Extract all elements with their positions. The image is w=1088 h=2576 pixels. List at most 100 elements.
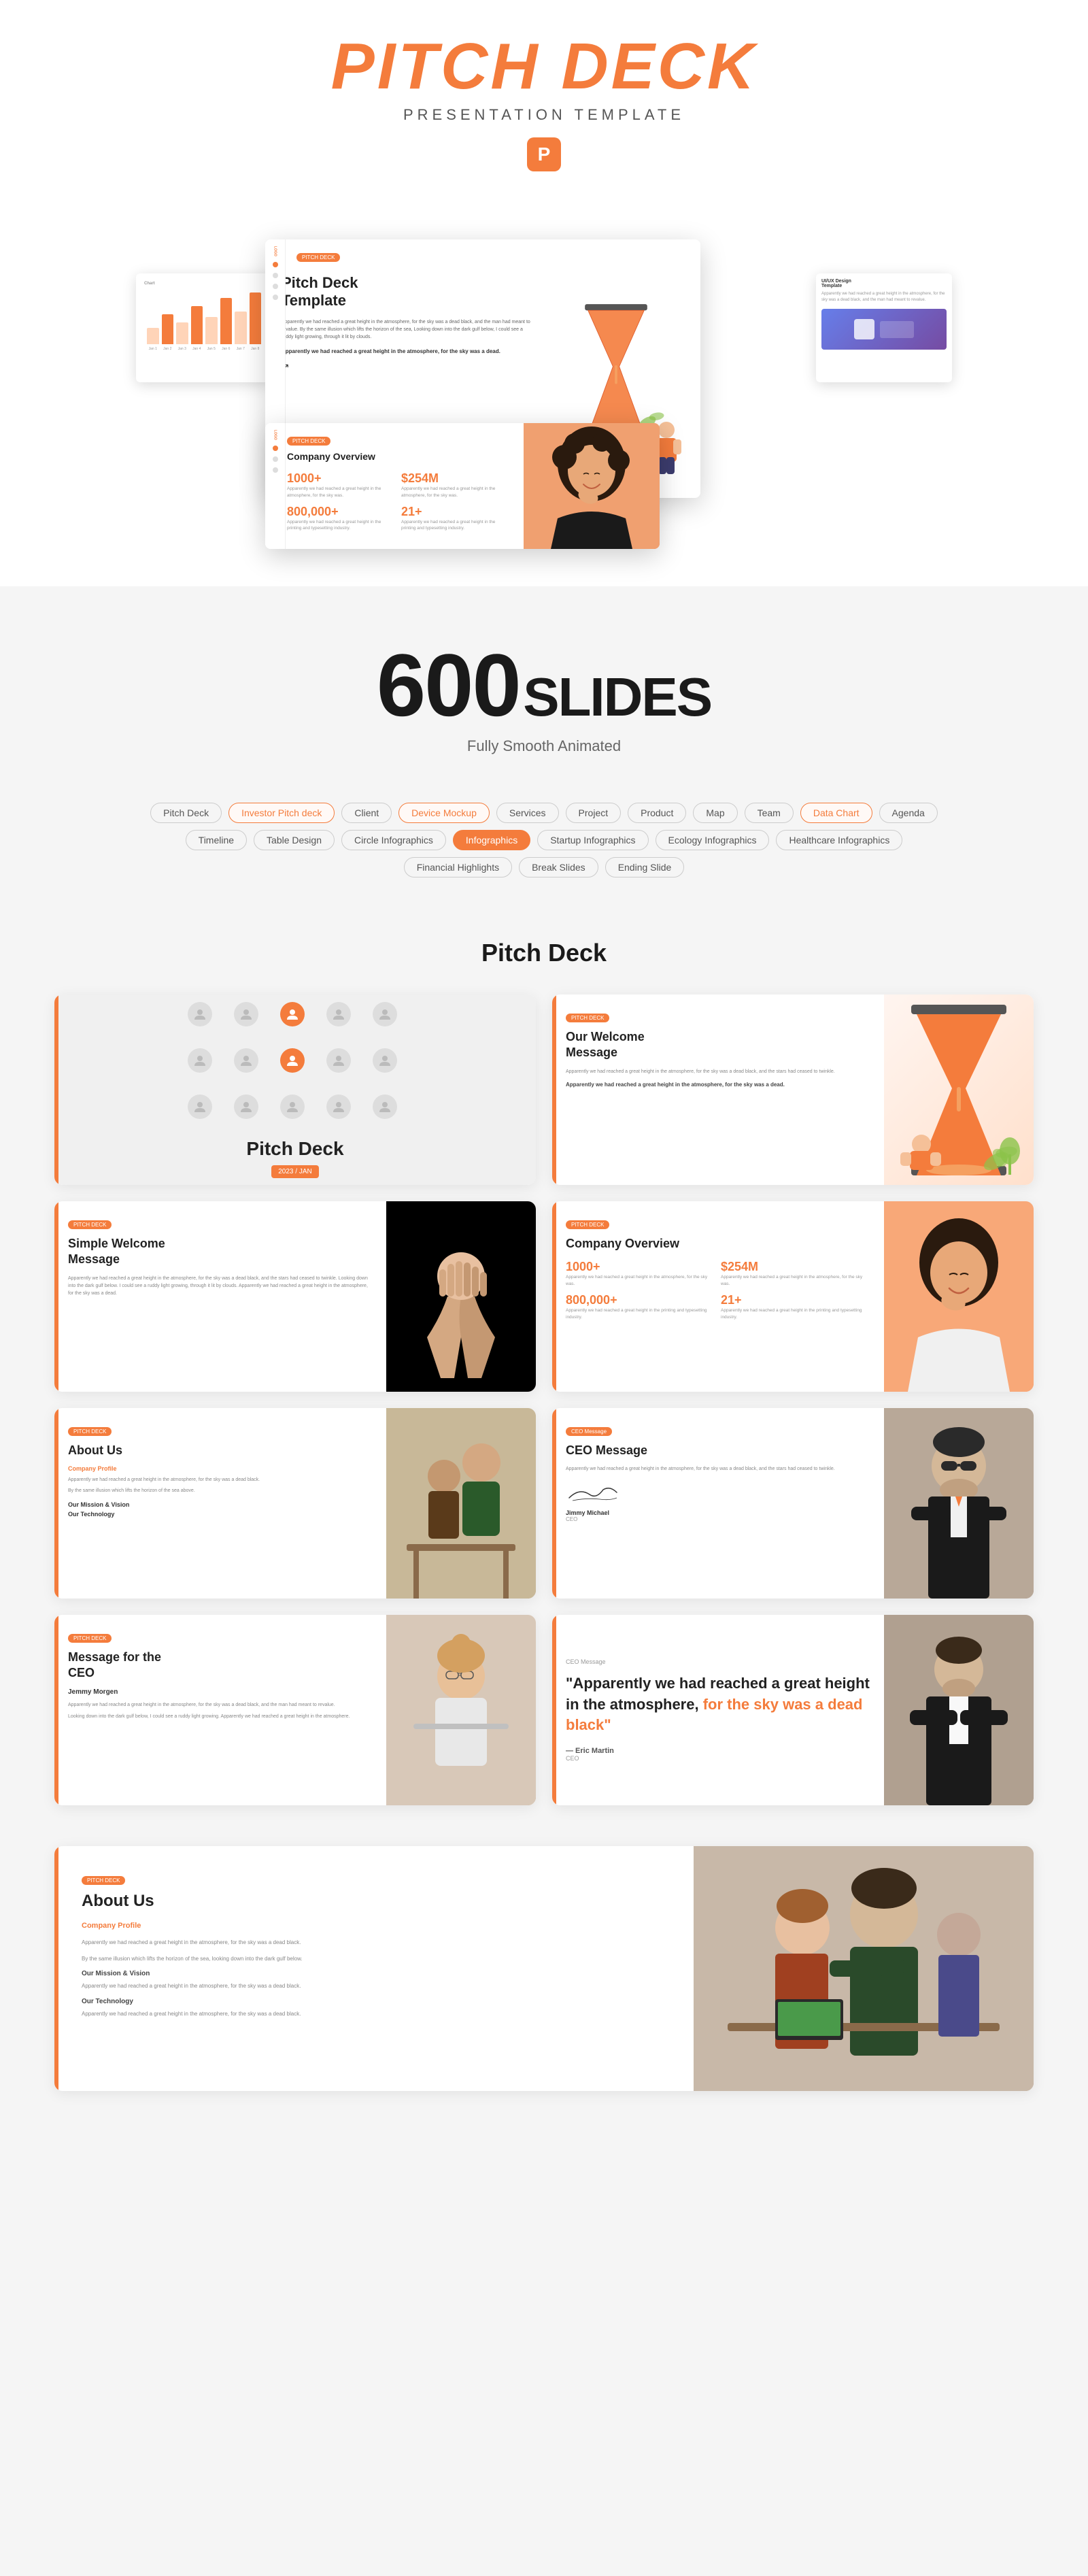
stat-desc-4: Apparently we had reached a great height… [401, 519, 510, 533]
tag-circle-infographics[interactable]: Circle Infographics [341, 830, 446, 850]
about-us-inner: PITCH DECK About Us Company Profile Appa… [54, 1408, 536, 1599]
quote-author: — Eric Martin [566, 1747, 870, 1755]
tag-startup-infographics[interactable]: Startup Infographics [537, 830, 648, 850]
person-icon-8 [280, 1048, 305, 1073]
side-slide-uiux: UI/UX DesignTemplate Apparently we had r… [816, 273, 952, 382]
orange-bar [54, 994, 58, 1185]
header-section: PITCH DECK PRESENTATION TEMPLATE P [0, 0, 1088, 205]
ceo-quote-content: CEO Message "Apparently we had reached a… [552, 1615, 884, 1805]
about-us-large-image [694, 1846, 1034, 2091]
person-icon-2 [234, 1002, 258, 1026]
tag-project[interactable]: Project [566, 803, 622, 823]
person-icon-3 [280, 1002, 305, 1026]
about-body-2: By the same illusion which lifts the hor… [68, 1487, 373, 1494]
subtitle: PRESENTATION TEMPLATE [14, 106, 1074, 124]
company-num-4: 21+ [721, 1293, 870, 1307]
ceo-image [884, 1408, 1034, 1599]
simple-welcome-inner: PITCH DECK Simple WelcomeMessage Apparen… [54, 1201, 536, 1392]
about-body-1: Apparently we had reached a great height… [68, 1476, 373, 1484]
person-icon-6 [188, 1048, 212, 1073]
simple-welcome-title: Simple WelcomeMessage [68, 1236, 373, 1268]
tag-map[interactable]: Map [693, 803, 737, 823]
tag-agenda[interactable]: Agenda [879, 803, 938, 823]
bottom-slide-image [524, 423, 660, 549]
tag-ecology-infographics[interactable]: Ecology Infographics [656, 830, 770, 850]
msg-ceo-image [386, 1615, 536, 1805]
welcome-image [884, 994, 1034, 1185]
chart-label-8: Jan 8 [250, 347, 262, 351]
simple-welcome-image [386, 1201, 536, 1392]
person-icon-4 [326, 1002, 351, 1026]
bar-2 [162, 314, 174, 344]
ceo-quote-image [884, 1615, 1034, 1805]
about-large-body-1: Apparently we had reached a great height… [82, 1938, 666, 1947]
main-slide-bold: Apparently we had reached a great height… [282, 348, 534, 356]
tag-services[interactable]: Services [496, 803, 559, 823]
tag-data-chart[interactable]: Data Chart [800, 803, 872, 823]
tag-financial-highlights[interactable]: Financial Highlights [404, 857, 512, 877]
tag-device-mockup[interactable]: Device Mockup [398, 803, 490, 823]
about-technology: Our Technology [68, 1511, 373, 1518]
company-stats: 1000+ Apparently we had reached a great … [566, 1260, 870, 1320]
orange-bar-msg-ceo [54, 1615, 58, 1805]
tag-team[interactable]: Team [745, 803, 794, 823]
tag-healthcare-infographics[interactable]: Healthcare Infographics [776, 830, 902, 850]
cover-card-inner: Pitch Deck 2023 / JAN [54, 994, 536, 1185]
woman-illustration [524, 423, 660, 549]
bar-6 [220, 298, 233, 344]
slides-grid: Pitch Deck 2023 / JAN PITCH DECK Our Wel… [54, 994, 1034, 1599]
tag-infographics[interactable]: Infographics [453, 830, 530, 850]
main-slide-badge: PITCH DECK [296, 253, 340, 262]
chart-labels: Jan 1 Jan 2 Jan 3 Jan 4 Jan 5 Jan 6 Jan … [144, 347, 264, 351]
stat-800k: 800,000+ Apparently we had reached a gre… [287, 505, 396, 533]
welcome-content-left: PITCH DECK Our WelcomeMessage Apparently… [552, 994, 884, 1185]
ceo-signature-area: Jimmy Michael CEO [566, 1484, 870, 1522]
stat-num-2: $254M [401, 471, 510, 486]
company-stat-800k: 800,000+ Apparently we had reached a gre… [566, 1293, 715, 1321]
ceo-message-inner: CEO Message CEO Message Apparently we ha… [552, 1408, 1034, 1599]
person-icon-13 [280, 1094, 305, 1119]
tag-product[interactable]: Product [628, 803, 686, 823]
tag-table-design[interactable]: Table Design [254, 830, 335, 850]
tag-client[interactable]: Client [341, 803, 392, 823]
about-mission: Our Mission & Vision [68, 1501, 373, 1508]
about-us-title: About Us [68, 1443, 373, 1458]
msg-ceo-illustration [386, 1615, 536, 1805]
quote-orange-part: for the sky was a dead black" [566, 1696, 862, 1734]
nav-dot-4 [273, 295, 278, 300]
bottom-slide-content: PITCH DECK Company Overview 1000+ Appare… [265, 423, 524, 549]
message-ceo-content: PITCH DECK Message for theCEO Jemmy Morg… [54, 1615, 386, 1805]
tag-timeline[interactable]: Timeline [186, 830, 247, 850]
stat-num-4: 21+ [401, 505, 510, 519]
slide-card-ceo-message: CEO Message CEO Message Apparently we ha… [552, 1408, 1034, 1599]
main-slide-body: Apparently we had reached a great height… [282, 318, 534, 341]
company-stat-1000: 1000+ Apparently we had reached a great … [566, 1260, 715, 1288]
person-icon-1 [188, 1002, 212, 1026]
slide-card-simple-welcome: PITCH DECK Simple WelcomeMessage Apparen… [54, 1201, 536, 1392]
tag-break-slides[interactable]: Break Slides [519, 857, 598, 877]
slide-card-about-us: PITCH DECK About Us Company Profile Appa… [54, 1408, 536, 1599]
msg-ceo-tag: PITCH DECK [68, 1634, 112, 1643]
ceo-quote-illustration [884, 1615, 1034, 1805]
nav-dot-3 [273, 284, 278, 289]
company-desc-3: Apparently we had reached a great height… [566, 1307, 715, 1321]
about-large-illustration [694, 1846, 1034, 2091]
quote-author-title: CEO [566, 1755, 870, 1762]
orange-bar-ceo [552, 1408, 556, 1599]
tags-container[interactable]: Pitch Deck Investor Pitch deck Client De… [136, 803, 952, 877]
slides-count-section: 600 SLIDES Fully Smooth Animated [0, 586, 1088, 782]
company-overview-image [884, 1201, 1034, 1392]
tag-investor-pitch-deck[interactable]: Investor Pitch deck [228, 803, 335, 823]
about-large-technology: Our Technology [82, 1998, 666, 2005]
slide-card-message-ceo: PITCH DECK Message for theCEO Jemmy Morg… [54, 1615, 536, 1805]
slide-preview-container: Chart Jan 1 Jan 2 Jan 3 Jan 4 Jan 5 [136, 219, 952, 546]
bar-1 [147, 328, 159, 344]
stat-num-1: 1000+ [287, 471, 396, 486]
company-desc-2: Apparently we had reached a great height… [721, 1274, 870, 1288]
slides-number: 600 [377, 635, 520, 735]
tag-ending-slide[interactable]: Ending Slide [605, 857, 685, 877]
about-profile-label: Company Profile [68, 1465, 373, 1472]
chart-label-2: Jan 2 [162, 347, 174, 351]
tag-pitch-deck[interactable]: Pitch Deck [150, 803, 222, 823]
company-stat-21: 21+ Apparently we had reached a great he… [721, 1293, 870, 1321]
